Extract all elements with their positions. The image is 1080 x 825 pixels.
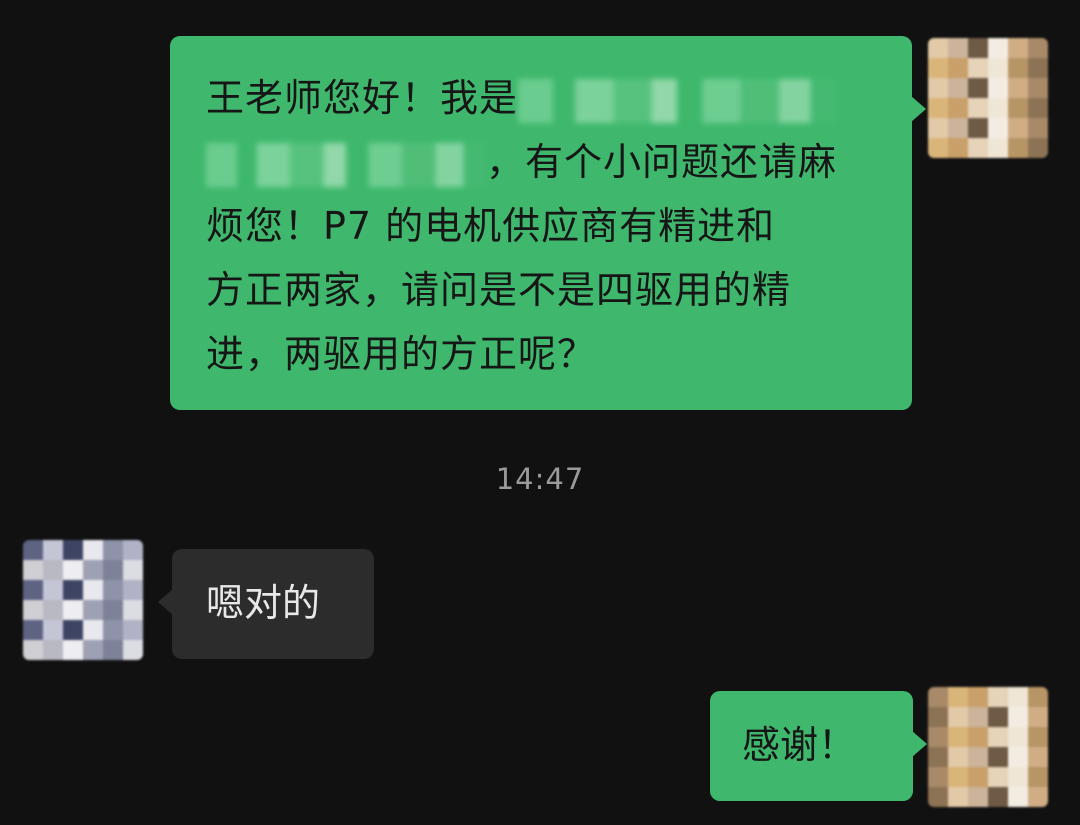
chat-window: 王老师您好！我是 ，有个小问题还请麻 烦您！P7 的电机供应商有精进和 方正两家… xyxy=(0,0,1080,825)
message-line: 进，两驱用的方正呢？ xyxy=(206,322,878,386)
message-text: 烦您！P7 的电机供应商有精进和 xyxy=(206,204,776,248)
contact-message-bubble[interactable]: 嗯对的 xyxy=(158,549,374,659)
message-timestamp: 14:47 xyxy=(495,462,585,496)
my-avatar[interactable] xyxy=(928,687,1048,807)
redacted-name-block xyxy=(206,142,486,187)
message-text: ，有个小问题还请麻 xyxy=(486,140,838,184)
message-line: ，有个小问题还请麻 xyxy=(206,130,878,194)
my-message-bubble[interactable]: 感谢！ xyxy=(710,691,927,801)
message-text: 进，两驱用的方正呢？ xyxy=(206,332,597,376)
redacted-name-block xyxy=(518,78,837,123)
message-text: 方正两家，请问是不是四驱用的精 xyxy=(206,268,792,312)
message-text: 嗯对的 xyxy=(206,581,321,625)
bubble-tail xyxy=(911,96,926,122)
message-line: 方正两家，请问是不是四驱用的精 xyxy=(206,258,878,322)
my-avatar[interactable] xyxy=(928,38,1048,158)
bubble-tail xyxy=(158,589,173,615)
my-message-bubble[interactable]: 王老师您好！我是 ，有个小问题还请麻 烦您！P7 的电机供应商有精进和 方正两家… xyxy=(170,36,926,410)
message-text: 感谢！ xyxy=(742,723,857,767)
bubble-tail xyxy=(912,731,927,757)
message-text: 王老师您好！我是 xyxy=(206,76,519,120)
message-line: 烦您！P7 的电机供应商有精进和 xyxy=(206,194,878,258)
message-line: 王老师您好！我是 xyxy=(206,66,878,130)
contact-avatar[interactable] xyxy=(23,540,143,660)
